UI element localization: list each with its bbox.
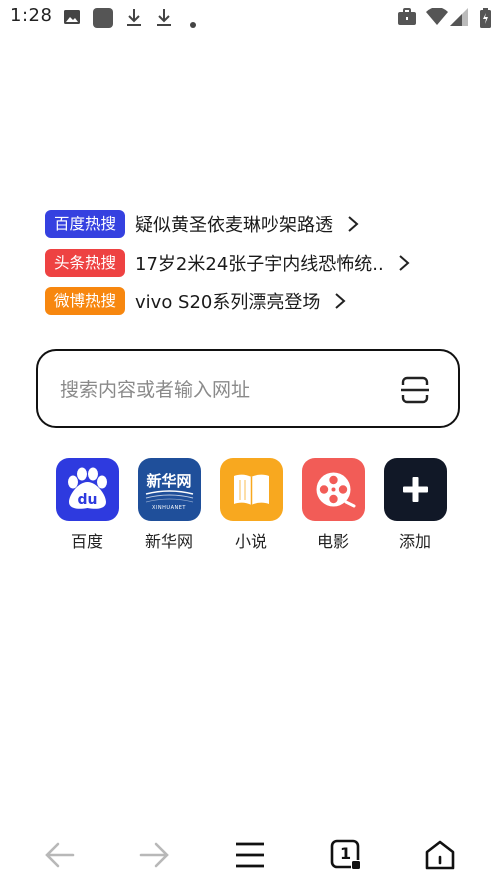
hot-search-title: 疑似黄圣依麦琳吵架路透 [135,215,334,237]
tabs-icon[interactable]: 1 [328,837,364,873]
quick-link-label: 电影 [316,532,349,551]
signal-icon [450,8,468,30]
baidu-icon: du [55,458,119,521]
bottom-nav: 1 [0,829,500,879]
hot-search-item-weibo[interactable]: 微博热搜 vivo S20系列漂亮登场 [45,282,465,321]
chevron-right-icon [347,215,359,233]
hot-search-badge: 微博热搜 [45,287,126,316]
quick-link-xinhuanet[interactable]: 新华网 XINHUANET 新华网 [134,458,204,552]
image-icon [63,8,81,30]
wifi-icon [426,7,448,30]
hot-search-badge: 头条热搜 [45,248,126,277]
hot-search-badge: 百度热搜 [45,210,126,239]
svg-text:du: du [77,492,97,508]
dot-icon [190,13,196,32]
scan-icon[interactable] [400,376,430,404]
chevron-right-icon [334,292,346,310]
hot-search-title: 17岁2米24张子宇内线恐怖统.. [135,253,384,275]
home-icon[interactable] [422,837,458,873]
forward-arrow-icon[interactable] [136,837,172,873]
book-icon [219,458,283,521]
hot-search-item-toutiao[interactable]: 头条热搜 17岁2米24张子宇内线恐怖统.. [45,244,465,283]
status-time: 1:28 [10,5,53,26]
back-arrow-icon[interactable] [42,837,78,873]
briefcase-icon [397,8,417,30]
plus-icon [383,458,447,521]
quick-links: du 百度 新华网 XINHUANET 新华网 小说 电影 添加 [52,458,452,558]
download-icon [125,8,143,32]
quick-link-add[interactable]: 添加 [380,458,450,552]
hot-search-list: 百度热搜 疑似黄圣依麦琳吵架路透 头条热搜 17岁2米24张子宇内线恐怖统.. … [45,205,465,321]
xinhuanet-logo-text: 新华网 [146,472,192,490]
search-input[interactable] [58,351,382,428]
quick-link-novel[interactable]: 小说 [216,458,286,552]
search-box [36,349,460,428]
quick-link-label: 添加 [398,532,431,551]
status-bar: 1:28 [0,0,500,36]
tab-count: 1 [340,844,352,863]
quick-link-movie[interactable]: 电影 [298,458,368,552]
film-reel-icon [301,458,365,521]
app-square-icon [93,8,113,32]
battery-icon [480,8,491,32]
chevron-right-icon [398,254,410,272]
quick-link-baidu[interactable]: du 百度 [52,458,122,552]
quick-link-label: 百度 [70,532,103,551]
menu-icon[interactable] [232,837,268,873]
hot-search-item-baidu[interactable]: 百度热搜 疑似黄圣依麦琳吵架路透 [45,205,465,244]
xinhuanet-logo-sub: XINHUANET [152,505,186,511]
hot-search-title: vivo S20系列漂亮登场 [135,292,321,314]
xinhuanet-icon: 新华网 XINHUANET [137,458,201,521]
quick-link-label: 新华网 [144,532,193,551]
download-icon [155,8,173,32]
quick-link-label: 小说 [234,532,267,551]
